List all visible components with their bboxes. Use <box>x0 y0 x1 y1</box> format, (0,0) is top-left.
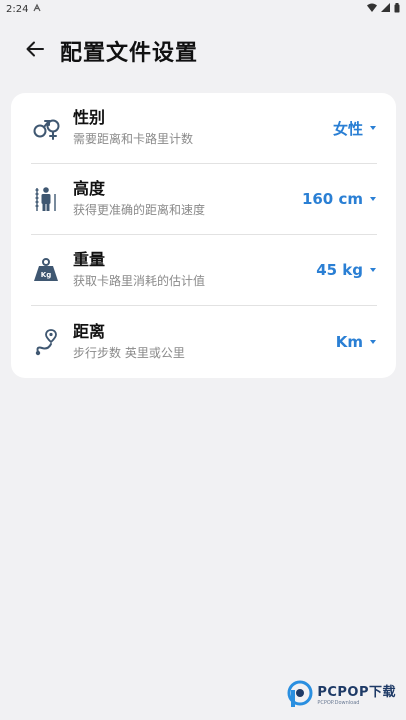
setting-text: 高度 获得更准确的距离和速度 <box>73 179 302 219</box>
arrow-left-icon <box>26 41 44 61</box>
height-value: 160 cm <box>301 190 363 208</box>
setting-subtitle: 获取卡路里消耗的估计值 <box>73 274 206 288</box>
battery-icon <box>394 2 400 16</box>
setting-title: 重量 <box>73 250 106 269</box>
distance-dropdown[interactable]: Km <box>336 333 376 351</box>
setting-text: 性别 需要距离和卡路里计数 <box>73 108 333 148</box>
caret-down-icon <box>370 126 376 130</box>
pcpop-logo-icon <box>287 680 313 712</box>
settings-card: 性别 需要距离和卡路里计数 女性 高度 获得更准确的距离和速度 160 cm K… <box>11 93 396 378</box>
distance-value: Km <box>335 332 363 351</box>
setting-subtitle: 步行步数 英里或公里 <box>73 345 185 360</box>
watermark-main: PCPOP下载 <box>317 685 396 700</box>
height-icon <box>31 184 61 214</box>
signal-icon <box>381 3 390 15</box>
gender-dropdown[interactable]: 女性 <box>333 118 376 139</box>
status-time: 2:24 <box>6 3 29 15</box>
setting-title: 距离 <box>73 321 106 341</box>
app-bar: 配置文件设置 <box>0 18 406 84</box>
setting-title: 高度 <box>73 179 106 198</box>
distance-icon <box>31 327 61 357</box>
setting-text: 重量 获取卡路里消耗的估计值 <box>73 250 316 290</box>
setting-row-height[interactable]: 高度 获得更准确的距离和速度 160 cm <box>31 164 377 235</box>
status-right <box>367 2 400 16</box>
status-bar: 2:24 <box>0 0 406 18</box>
height-dropdown[interactable]: 160 cm <box>302 190 376 208</box>
setting-title: 性别 <box>73 108 106 127</box>
setting-text: 距离 步行步数 英里或公里 <box>73 322 336 362</box>
watermark-sub: PCPOP.Download <box>317 700 360 706</box>
watermark: PCPOP下载 PCPOP.Download <box>287 680 396 712</box>
watermark-text: PCPOP下载 PCPOP.Download <box>317 686 396 706</box>
status-left: 2:24 <box>6 3 42 16</box>
setting-subtitle: 需要距离和卡路里计数 <box>73 132 194 146</box>
weight-icon: Kg <box>31 255 61 285</box>
setting-row-gender[interactable]: 性别 需要距离和卡路里计数 女性 <box>31 93 377 164</box>
setting-row-distance[interactable]: 距离 步行步数 英里或公里 Km <box>31 306 377 377</box>
weight-dropdown[interactable]: 45 kg <box>316 261 376 279</box>
gender-value: 女性 <box>332 119 363 138</box>
caret-down-icon <box>370 197 376 201</box>
gender-icon <box>31 113 61 143</box>
weight-value: 45 kg <box>316 261 363 279</box>
setting-subtitle: 获得更准确的距离和速度 <box>73 203 206 217</box>
caret-down-icon <box>370 268 376 272</box>
back-button[interactable] <box>20 36 50 66</box>
wifi-icon <box>367 3 377 15</box>
page-title: 配置文件设置 <box>60 41 199 66</box>
caret-down-icon <box>370 339 376 344</box>
app-notification-icon <box>32 3 42 16</box>
setting-row-weight[interactable]: Kg 重量 获取卡路里消耗的估计值 45 kg <box>31 235 377 306</box>
svg-text:Kg: Kg <box>41 271 51 279</box>
